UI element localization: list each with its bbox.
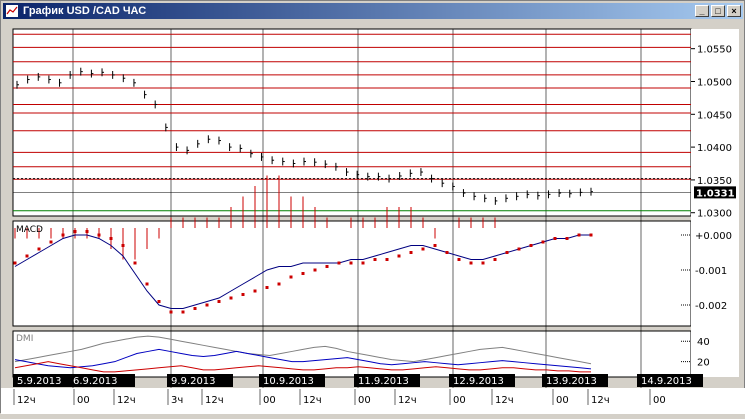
date-label: 6.9.2013 (73, 376, 118, 387)
macd-signal-point (61, 233, 65, 237)
macd-signal-point (169, 310, 173, 314)
macd-signal-point (385, 258, 389, 261)
hour-label: 00 (263, 395, 276, 406)
price-panel (12, 28, 692, 217)
macd-signal-point (25, 254, 29, 258)
macd-signal-point (193, 307, 197, 310)
price-axis-label: 1.0300 (697, 209, 732, 220)
macd-signal-point (73, 230, 77, 233)
price-axis-label: 1.0350 (697, 176, 732, 187)
macd-signal-point (97, 233, 101, 237)
price-axis-label: 1.0550 (697, 45, 732, 56)
macd-signal-point (565, 237, 569, 240)
macd-signal-point (217, 300, 221, 303)
dmi-title: DMI (16, 334, 33, 344)
macd-signal-point (529, 244, 533, 247)
price-axis-label: 1.0450 (697, 110, 732, 121)
macd-signal-point (349, 261, 353, 265)
macd-signal-point (445, 251, 449, 254)
macd-signal-point (301, 272, 305, 275)
date-label: 12.9.2013 (453, 376, 504, 387)
hour-label: 12ч (303, 395, 322, 406)
macd-signal-point (253, 289, 257, 293)
date-label: 11.9.2013 (358, 376, 409, 387)
macd-signal-point (37, 247, 41, 251)
hour-label: 00 (77, 395, 90, 406)
dmi-panel (12, 330, 692, 378)
macd-signal-point (313, 268, 317, 272)
chart-app-icon (6, 5, 18, 17)
macd-signal-point (505, 251, 509, 254)
hour-label: 00 (556, 395, 569, 406)
macd-signal-point (145, 282, 149, 286)
macd-signal-point (577, 233, 581, 237)
chart-window: График USD /CAD ЧАС _ □ × 1.0550 1.0500 1.… (0, 0, 745, 414)
macd-signal-point (181, 310, 185, 314)
price-axis-label: 1.0400 (697, 143, 732, 154)
macd-signal-point (229, 296, 233, 300)
macd-signal-point (361, 261, 365, 265)
macd-signal-point (157, 300, 161, 303)
hour-label: 12ч (495, 395, 514, 406)
chart-area: 1.0550 1.0500 1.0450 1.0400 1.0350 1.0300 1.03… (1, 21, 745, 414)
macd-signal-point (325, 265, 329, 268)
dmi-axis-label: 20 (697, 358, 710, 369)
hour-label: 12ч (205, 395, 224, 406)
title-bar[interactable]: График USD /CAD ЧАС _ □ × (3, 3, 743, 19)
macd-signal-point (397, 254, 401, 258)
macd-signal-point (421, 247, 425, 251)
minimize-button[interactable]: _ (695, 5, 709, 17)
macd-signal-point (517, 247, 521, 251)
macd-axis-label: +0.000 (695, 231, 732, 242)
macd-signal-point (205, 303, 209, 307)
current-price-label: 1.0331 (696, 188, 735, 199)
macd-signal-point (265, 286, 269, 289)
date-label: 9.9.2013 (171, 376, 216, 387)
maximize-button[interactable]: □ (711, 5, 725, 17)
dmi-axis-label: 40 (697, 337, 710, 348)
hour-label: 3ч (171, 395, 183, 406)
macd-title: MACD (16, 225, 43, 235)
macd-signal-point (337, 261, 341, 265)
macd-signal-point (553, 237, 557, 240)
macd-signal-point (409, 251, 413, 254)
macd-signal-point (469, 261, 473, 265)
macd-signal-point (589, 233, 593, 237)
date-label: 10.9.2013 (263, 376, 314, 387)
price-axis-label: 1.0500 (697, 77, 732, 88)
hour-label: 12ч (117, 395, 136, 406)
close-button[interactable]: × (727, 5, 741, 17)
macd-signal-point (289, 275, 293, 279)
hour-label: 12ч (591, 395, 610, 406)
date-label: 5.9.2013 (17, 376, 62, 387)
hour-label: 00 (358, 395, 371, 406)
hour-label: 12ч (17, 395, 36, 406)
hour-label: 12ч (398, 395, 417, 406)
macd-panel (12, 220, 692, 327)
chart-canvas[interactable]: 1.0550 1.0500 1.0450 1.0400 1.0350 1.0300 1.03… (1, 21, 745, 414)
date-label: 14.9.2013 (641, 376, 692, 387)
macd-signal-point (493, 258, 497, 261)
macd-signal-point (277, 282, 281, 286)
macd-signal-point (457, 258, 461, 261)
hour-label: 00 (653, 395, 666, 406)
hour-label: 00 (453, 395, 466, 406)
macd-signal-point (13, 261, 17, 265)
window-title: График USD /CAD ЧАС (23, 5, 147, 17)
macd-signal-point (49, 240, 53, 244)
macd-signal-point (481, 261, 485, 265)
macd-signal-point (433, 244, 437, 247)
macd-signal-point (85, 230, 89, 233)
macd-signal-point (133, 261, 137, 265)
macd-axis-label: -0.001 (695, 266, 727, 277)
macd-signal-point (109, 237, 113, 240)
macd-signal-point (373, 258, 377, 261)
date-label: 13.9.2013 (546, 376, 597, 387)
macd-signal-point (121, 244, 125, 247)
time-axis-strip (1, 388, 745, 414)
macd-signal-point (541, 240, 545, 244)
macd-signal-point (241, 293, 245, 296)
macd-axis-label: -0.002 (695, 301, 727, 312)
